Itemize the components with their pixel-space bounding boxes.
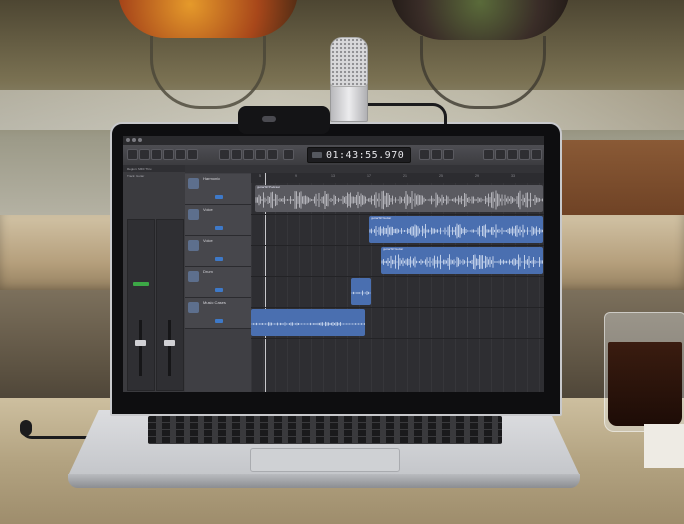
lcd-mode-icon [312, 152, 322, 158]
waveform [251, 321, 365, 327]
play-icon[interactable] [255, 149, 266, 160]
waveform [351, 290, 371, 296]
track-name: Voice [203, 238, 213, 243]
fader-track-right [168, 320, 171, 376]
track-instrument-icon [188, 209, 199, 220]
mixer-button[interactable] [175, 149, 186, 160]
ruler-number: 9 [295, 174, 297, 178]
track-enable-button[interactable] [215, 257, 223, 261]
loop-browser-button[interactable] [507, 149, 518, 160]
microphone-body [330, 84, 368, 122]
inspector-panel: Region: MIDI Thru Track: Guitar [123, 165, 186, 392]
mic-clip-logo [262, 116, 276, 122]
track-row[interactable]: Music Cases [185, 298, 251, 329]
audio-region[interactable]: guitarSP.Guitar [369, 216, 543, 243]
list-editors-button[interactable] [483, 149, 494, 160]
fader-track-left [139, 320, 142, 376]
laptop-trackpad [250, 448, 400, 472]
lane-separator [251, 245, 544, 246]
audio-region[interactable] [351, 278, 371, 305]
track-name: Voice [203, 207, 213, 212]
laptop-base-edge [68, 474, 580, 488]
cycle-icon[interactable] [283, 149, 294, 160]
audio-region[interactable] [251, 309, 365, 336]
waveform [381, 254, 543, 270]
ruler-number: 13 [331, 174, 335, 178]
metronome-icon[interactable] [443, 149, 454, 160]
input-monitor-button[interactable] [133, 282, 149, 286]
notepad-button[interactable] [495, 149, 506, 160]
track-enable-button[interactable] [215, 319, 223, 323]
window-title [123, 136, 544, 145]
track-row[interactable]: Drum [185, 267, 251, 298]
track-enable-button[interactable] [215, 288, 223, 292]
channel-strip-right [156, 219, 184, 391]
record-icon[interactable] [267, 149, 278, 160]
volume-fader-left[interactable] [135, 340, 146, 346]
napkin [644, 424, 684, 468]
library-button[interactable] [127, 149, 138, 160]
track-instrument-icon [188, 178, 199, 189]
waveform [255, 190, 543, 210]
ruler-number: 17 [367, 174, 371, 178]
track-row[interactable]: Voice [185, 236, 251, 267]
region-inspector-header[interactable]: Region: MIDI Thru [123, 165, 185, 172]
inspector-button[interactable] [139, 149, 150, 160]
fruit-bowl-left [118, 0, 298, 38]
ruler-number: 33 [511, 174, 515, 178]
browser-button[interactable] [519, 149, 530, 160]
track-instrument-icon [188, 271, 199, 282]
daw-control-bar: 01:43:55.970 [123, 145, 544, 166]
count-in-icon[interactable] [431, 149, 442, 160]
track-enable-button[interactable] [215, 195, 223, 199]
iced-tea [608, 342, 682, 426]
stop-icon[interactable] [243, 149, 254, 160]
track-row[interactable]: Harmonic [185, 174, 251, 205]
earbud [20, 420, 32, 436]
lane-separator [251, 276, 544, 277]
media-button[interactable] [531, 149, 542, 160]
audio-region[interactable]: guitarSP.Podcast [255, 185, 543, 212]
lcd-display[interactable]: 01:43:55.970 [307, 147, 411, 163]
ruler-number: 29 [475, 174, 479, 178]
ruler-number: 5 [259, 174, 261, 178]
lane-separator [251, 307, 544, 308]
track-name: Music Cases [203, 300, 226, 305]
track-name: Harmonic [203, 176, 221, 181]
ruler-number: 25 [439, 174, 443, 178]
track-header-label: Track: Guitar [127, 174, 145, 178]
track-header-toolbar [185, 165, 251, 173]
channel-strip-left [127, 219, 155, 391]
mic-usb-cable [366, 103, 447, 124]
track-name: Drum [203, 269, 213, 274]
track-enable-button[interactable] [215, 226, 223, 230]
laptop-keyboard [148, 416, 502, 444]
lcd-time: 01:43:55.970 [326, 149, 405, 161]
tuner-icon[interactable] [419, 149, 430, 160]
track-row[interactable]: Voice [185, 205, 251, 236]
smart-controls-button[interactable] [163, 149, 174, 160]
daw-title-bar [123, 136, 544, 145]
lane-separator [251, 214, 544, 215]
volume-fader-right[interactable] [164, 340, 175, 346]
region-header-label: Region: MIDI Thru [127, 167, 152, 171]
mic-laptop-clip [238, 106, 330, 134]
editors-button[interactable] [187, 149, 198, 160]
ruler-number: 21 [403, 174, 407, 178]
arrange-area[interactable]: guitarSP.Podcast guitarSP.Guitar guitarSP.… [251, 173, 544, 392]
audio-region[interactable]: guitarSP.Guitar [381, 247, 543, 274]
track-instrument-icon [188, 302, 199, 313]
laptop-screen: 01:43:55.970 Region: MIDI Thru Track: Gu… [123, 136, 544, 392]
microphone-grille [330, 37, 368, 87]
arrange-menu-bar [251, 165, 544, 173]
toolbar-button[interactable] [151, 149, 162, 160]
fast-forward-icon[interactable] [231, 149, 242, 160]
rewind-icon[interactable] [219, 149, 230, 160]
waveform [369, 223, 543, 239]
track-headers: Harmonic Voice Voice Drum Music Cases [185, 165, 252, 392]
lane-separator [251, 338, 544, 339]
track-instrument-icon [188, 240, 199, 251]
